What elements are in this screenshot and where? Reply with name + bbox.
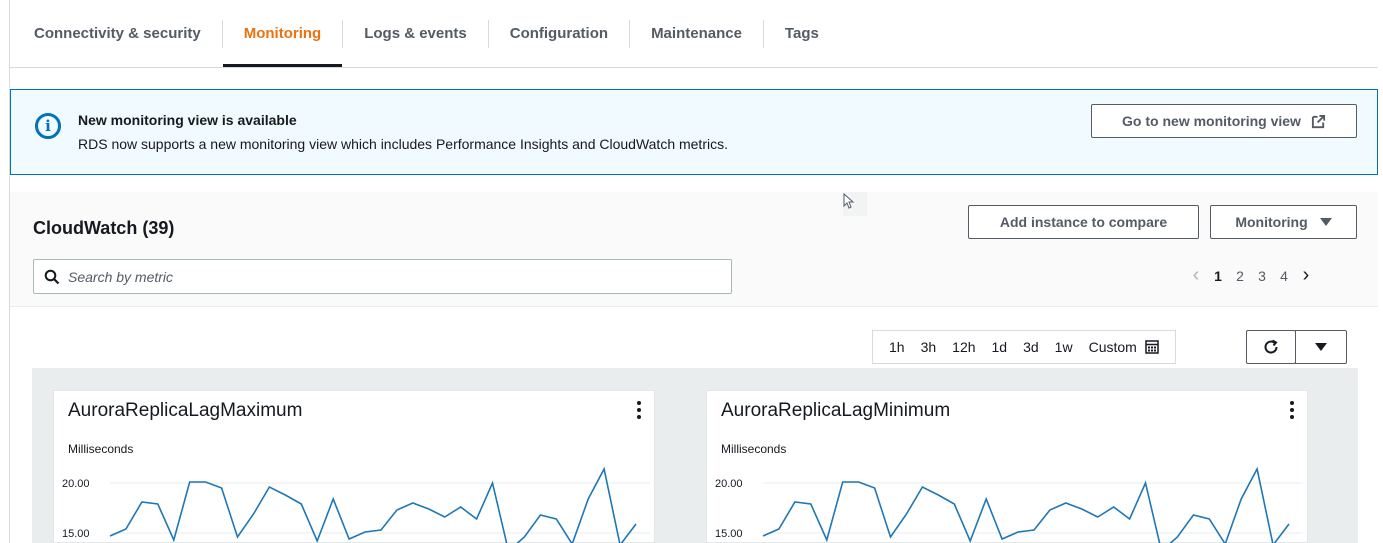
metric-search xyxy=(33,259,732,294)
tab-bar: Connectivity & security Monitoring Logs … xyxy=(10,0,1378,68)
tab-tags[interactable]: Tags xyxy=(764,0,840,67)
line-chart: 20.00 15.00 xyxy=(715,466,1303,543)
pagination: ‹ 1 2 3 4 › xyxy=(1185,264,1317,287)
info-icon: i xyxy=(35,113,61,139)
time-range-1w[interactable]: 1w xyxy=(1047,339,1081,355)
metric-unit: Milliseconds xyxy=(68,442,134,456)
refresh-button[interactable] xyxy=(1246,330,1296,364)
tab-monitoring[interactable]: Monitoring xyxy=(222,0,343,67)
tab-maintenance[interactable]: Maintenance xyxy=(630,0,763,67)
info-banner: i New monitoring view is available RDS n… xyxy=(10,89,1378,175)
refresh-icon xyxy=(1264,339,1278,354)
caret-down-icon xyxy=(1319,218,1332,226)
time-range-custom[interactable]: Custom xyxy=(1081,339,1167,355)
metric-card: AuroraReplicaLagMaximum Milliseconds 20.… xyxy=(53,390,655,543)
time-range-12h[interactable]: 12h xyxy=(944,339,983,355)
page-3[interactable]: 3 xyxy=(1251,268,1273,284)
banner-text: RDS now supports a new monitoring view w… xyxy=(78,136,728,152)
mouse-cursor-icon xyxy=(843,192,867,216)
y-tick-label: 20.00 xyxy=(62,478,90,490)
metric-card: AuroraReplicaLagMinimum Milliseconds 20.… xyxy=(706,390,1308,543)
series-line xyxy=(762,466,1290,543)
time-range-selector: 1h 3h 12h 1d 3d 1w Custom xyxy=(872,330,1176,364)
time-range-3h[interactable]: 3h xyxy=(913,339,945,355)
monitoring-dropdown-button[interactable]: Monitoring xyxy=(1210,205,1357,239)
monitoring-button-label: Monitoring xyxy=(1235,214,1308,230)
metric-title: AuroraReplicaLagMaximum xyxy=(68,400,303,421)
go-to-new-monitoring-view-button[interactable]: Go to new monitoring view xyxy=(1091,104,1357,138)
search-input[interactable] xyxy=(68,260,718,293)
time-range-3d[interactable]: 3d xyxy=(1015,339,1047,355)
more-options-icon[interactable] xyxy=(1290,401,1294,419)
caret-down-icon xyxy=(1315,343,1327,351)
custom-label: Custom xyxy=(1088,339,1137,355)
search-icon xyxy=(44,269,60,285)
page-4[interactable]: 4 xyxy=(1273,268,1295,284)
series-line xyxy=(109,466,637,543)
external-link-icon xyxy=(1311,114,1325,128)
next-page-icon[interactable]: › xyxy=(1295,264,1317,287)
cloudwatch-header: CloudWatch (39) Add instance to compare … xyxy=(10,192,1378,307)
time-range-1h[interactable]: 1h xyxy=(881,339,913,355)
calendar-icon xyxy=(1145,340,1159,354)
button-label: Go to new monitoring view xyxy=(1122,113,1301,129)
metric-unit: Milliseconds xyxy=(721,442,787,456)
previous-page-icon[interactable]: ‹ xyxy=(1185,264,1207,287)
time-range-1d[interactable]: 1d xyxy=(984,339,1016,355)
refresh-options-dropdown[interactable] xyxy=(1295,330,1347,364)
y-tick-label: 20.00 xyxy=(715,478,743,490)
tab-configuration[interactable]: Configuration xyxy=(489,0,629,67)
banner-title: New monitoring view is available xyxy=(78,112,297,128)
line-chart: 20.00 15.00 xyxy=(62,466,650,543)
tab-connectivity-security[interactable]: Connectivity & security xyxy=(10,0,222,67)
page-2[interactable]: 2 xyxy=(1229,268,1251,284)
page-1[interactable]: 1 xyxy=(1207,268,1229,284)
cloudwatch-title: CloudWatch (39) xyxy=(33,218,175,238)
tab-logs-events[interactable]: Logs & events xyxy=(343,0,488,67)
metric-title: AuroraReplicaLagMinimum xyxy=(721,400,951,421)
add-instance-to-compare-button[interactable]: Add instance to compare xyxy=(968,205,1199,239)
more-options-icon[interactable] xyxy=(637,401,641,419)
y-tick-label: 15.00 xyxy=(62,528,90,540)
y-tick-label: 15.00 xyxy=(715,528,743,540)
